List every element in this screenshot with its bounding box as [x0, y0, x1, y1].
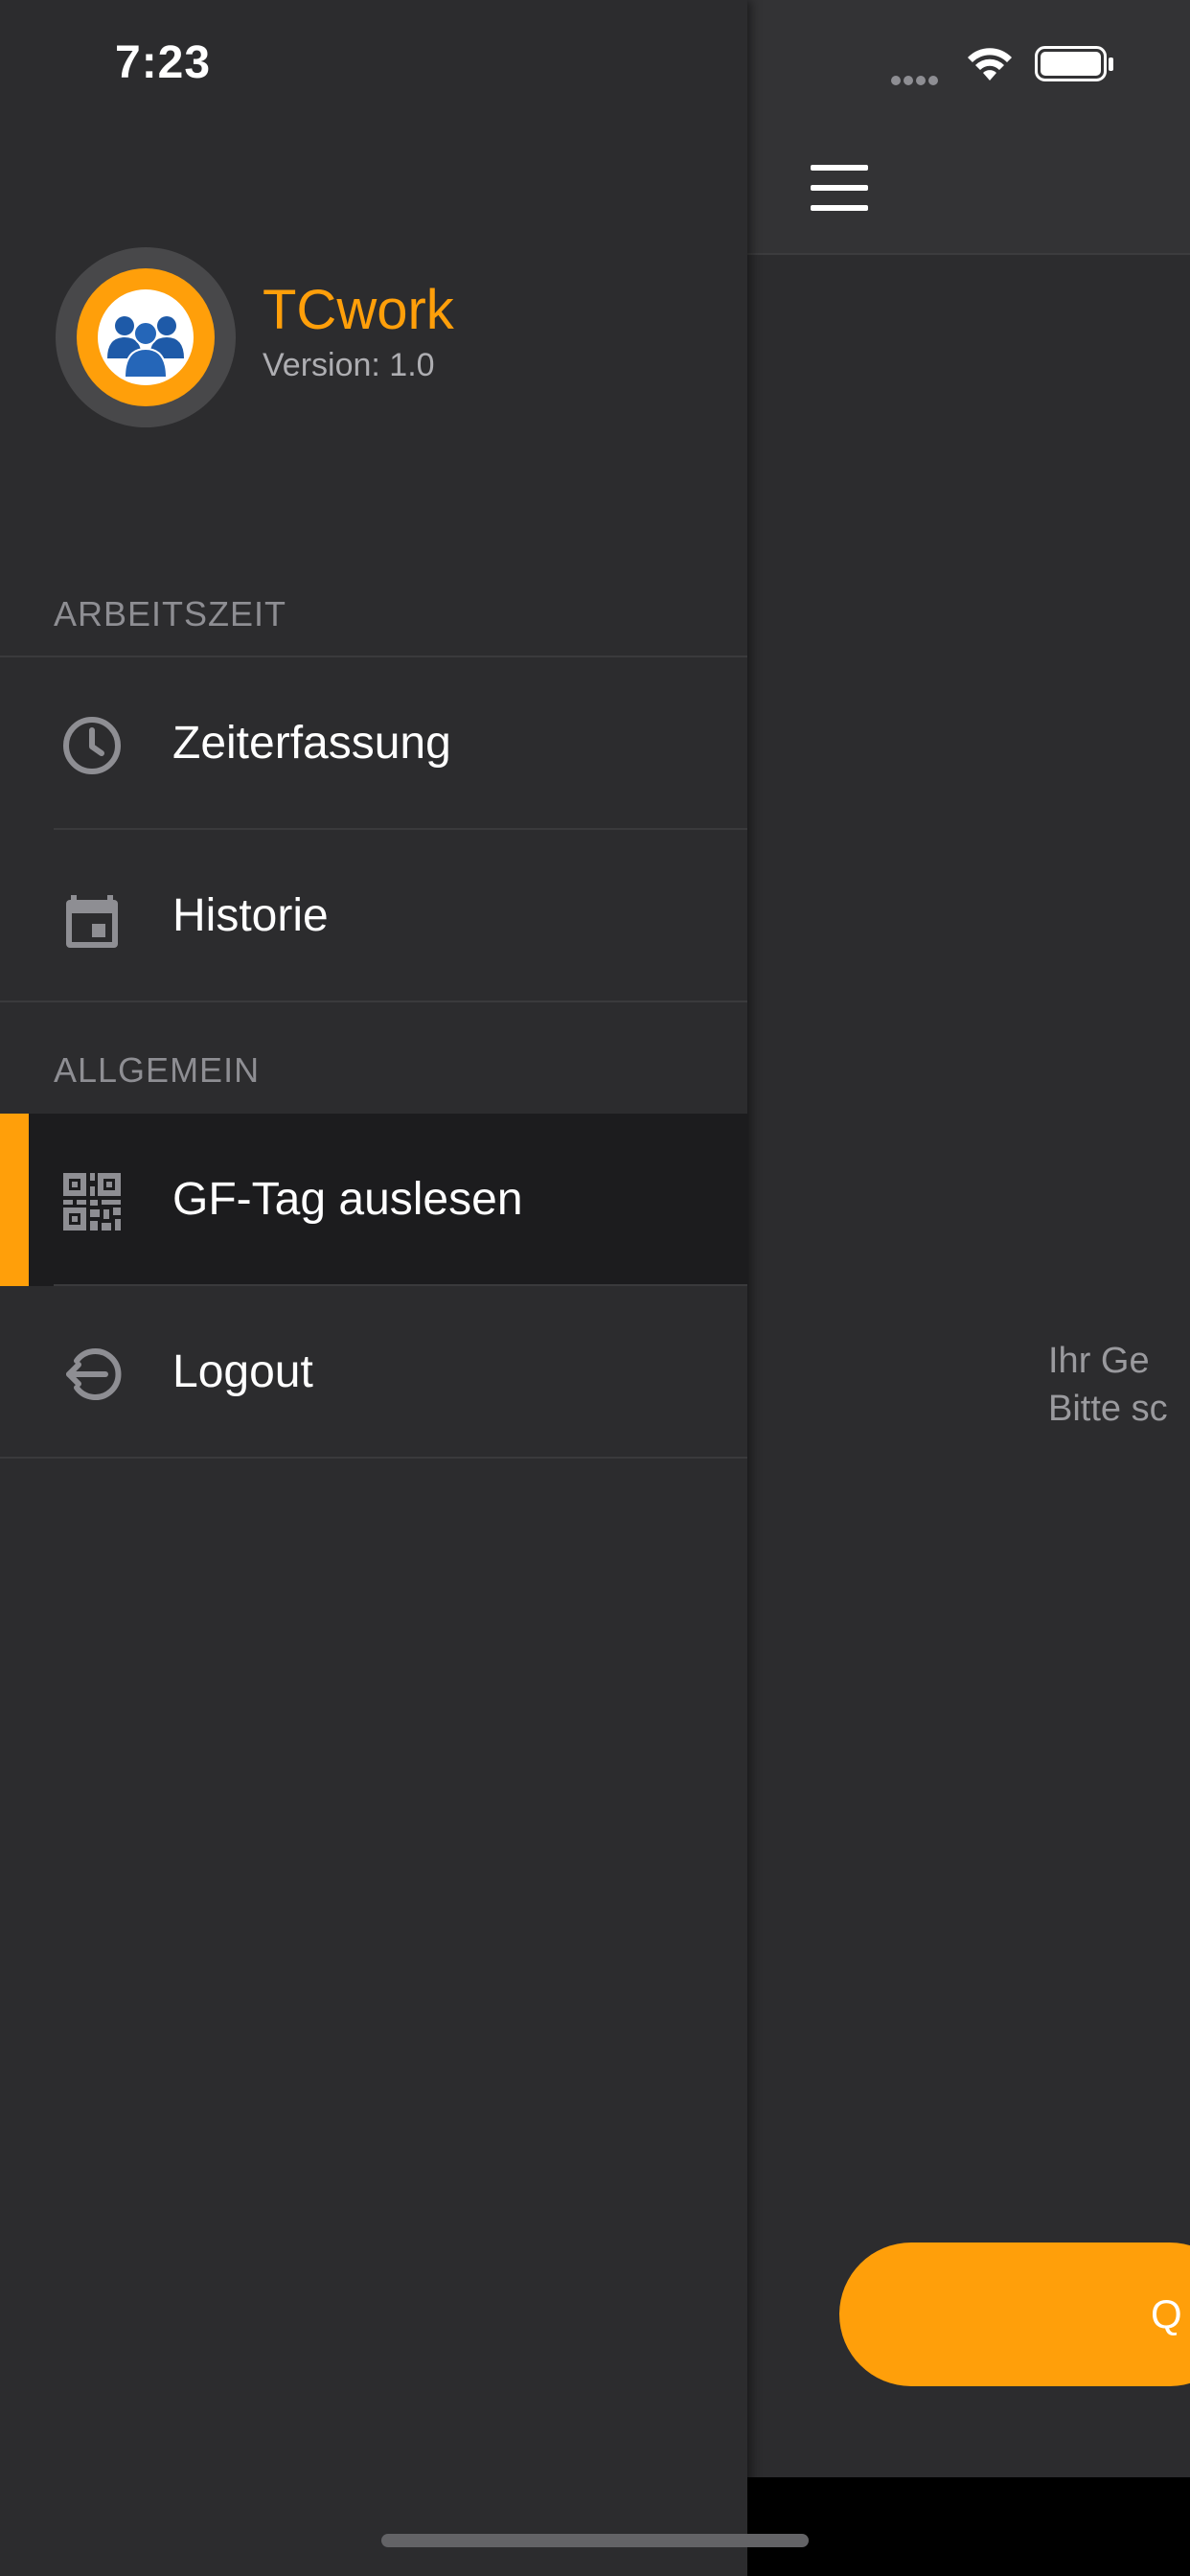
menu-item-historie[interactable]: Historie [0, 830, 747, 1002]
clock-icon [63, 717, 121, 774]
menu-item-label: Historie [172, 890, 329, 941]
status-time: 7:23 [115, 37, 212, 88]
hamburger-line [811, 205, 868, 211]
status-indicators [891, 44, 1131, 86]
app-name: TCwork [263, 279, 454, 341]
active-indicator [0, 1114, 29, 1286]
menu-item-label: Logout [172, 1346, 313, 1397]
logout-icon [66, 1348, 122, 1400]
menu-item-gf-tag-auslesen[interactable]: GF-Tag auslesen [0, 1114, 747, 1286]
team-icon [98, 289, 194, 385]
menu-item-logout[interactable]: Logout [0, 1286, 747, 1459]
logo-orange-ring [77, 268, 215, 406]
battery-icon [1035, 46, 1113, 81]
wifi-icon [968, 48, 1012, 80]
hamburger-line [811, 185, 868, 191]
scan-message-line1: Ihr Ge [1048, 1341, 1150, 1381]
signal-icon [891, 73, 941, 90]
menu-button[interactable] [811, 165, 868, 211]
section-title-allgemein: ALLGEMEIN [54, 1050, 261, 1090]
app-logo [56, 247, 236, 427]
calendar-icon [66, 895, 118, 948]
home-indicator[interactable] [381, 2534, 809, 2547]
navigation-drawer: 7:23 TCwork Version: 1.0 ARBEITSZEIT Zei… [0, 0, 747, 2576]
qr-code-icon [63, 1173, 121, 1230]
menu-item-label: Zeiterfassung [172, 718, 451, 769]
menu-item-zeiterfassung[interactable]: Zeiterfassung [0, 657, 747, 830]
menu-item-label: GF-Tag auslesen [172, 1174, 523, 1225]
scan-message-line2: Bitte sc [1048, 1389, 1168, 1429]
app-version: Version: 1.0 [263, 347, 435, 383]
scan-message: Ihr Ge Bitte sc [1016, 1337, 1188, 1433]
bottom-safe-area [747, 2477, 1190, 2576]
section-title-arbeitszeit: ARBEITSZEIT [54, 594, 287, 633]
qr-scan-button-label: Q [1151, 2291, 1182, 2336]
divider [0, 1457, 747, 1459]
hamburger-line [811, 165, 868, 171]
qr-scan-button[interactable]: Q [839, 2242, 1190, 2386]
main-header [747, 0, 1190, 255]
divider [0, 1000, 747, 1002]
